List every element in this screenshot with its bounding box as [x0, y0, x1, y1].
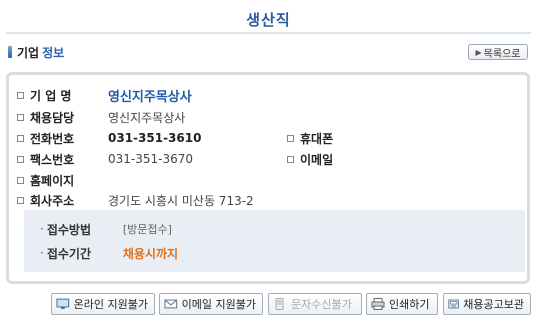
- square-bullet-icon: [17, 155, 24, 163]
- square-bullet-icon: [17, 176, 24, 184]
- square-bullet-icon: [287, 155, 294, 163]
- manager-label: 채용담당: [30, 110, 75, 125]
- info-row-company: 기 업 명 영신지주목상사: [17, 87, 192, 105]
- info-row-mobile: 휴대폰: [287, 130, 333, 146]
- info-row-phone: 전화번호 031-351-3610: [17, 130, 201, 146]
- company-name: 영신지주목상사: [108, 89, 192, 105]
- square-bullet-icon: [17, 196, 24, 204]
- apply-method-row: · 접수방법 [방문접수]: [40, 221, 172, 237]
- sms-receive-label: 문자수신불가: [291, 298, 352, 311]
- online-apply-button[interactable]: 온라인 지원불가: [51, 293, 155, 315]
- middle-dot-icon: ·: [40, 246, 44, 260]
- phone-message-icon: [275, 298, 284, 310]
- print-button[interactable]: 인쇄하기: [366, 293, 438, 315]
- online-apply-label: 온라인 지원불가: [73, 298, 148, 311]
- info-row-homepage: 홈페이지: [17, 172, 108, 188]
- printer-icon: [371, 298, 385, 310]
- info-row-fax: 팩스번호 031-351-3670: [17, 151, 193, 167]
- phone-value: 031-351-3610: [108, 131, 202, 145]
- homepage-label: 홈페이지: [30, 173, 75, 188]
- title-divider: [6, 32, 531, 34]
- monitor-icon: [56, 298, 70, 309]
- address-value: 경기도 시흥시 미산동 713-2: [108, 193, 254, 208]
- phone-label: 전화번호: [30, 131, 75, 146]
- fax-value: 031-351-3670: [108, 152, 194, 166]
- sms-receive-button[interactable]: 문자수신불가: [268, 293, 362, 315]
- email-label: 이메일: [300, 152, 334, 167]
- company-label: 기 업 명: [30, 88, 72, 103]
- apply-deadline-row: · 접수기간 채용시까지: [40, 245, 178, 261]
- info-row-address: 회사주소 경기도 시흥시 미산동 713-2: [17, 192, 254, 208]
- page-title: 생산직: [246, 11, 291, 29]
- info-row-email: 이메일: [287, 151, 333, 167]
- apply-deadline-value: 채용시까지: [122, 246, 179, 261]
- apply-method-value: [방문접수]: [122, 223, 172, 236]
- print-label: 인쇄하기: [389, 298, 430, 311]
- square-bullet-icon: [287, 134, 294, 142]
- apply-deadline-label: 접수기간: [46, 246, 91, 261]
- envelope-icon: [164, 299, 178, 309]
- square-bullet-icon: [17, 113, 24, 121]
- info-row-manager: 채용담당 영신지주목상사: [17, 109, 185, 125]
- email-apply-button[interactable]: 이메일 지원불가: [159, 293, 263, 315]
- back-to-list-button[interactable]: ▶ 목록으로: [468, 44, 528, 60]
- mobile-label: 휴대폰: [300, 131, 334, 146]
- section-title-company: 기업: [17, 45, 40, 60]
- archive-icon: [448, 299, 459, 309]
- save-posting-button[interactable]: 채용공고보관: [443, 293, 531, 315]
- application-panel: · 접수방법 [방문접수] · 접수기간 채용시까지: [24, 210, 525, 272]
- section-title-info: 정보: [42, 45, 65, 60]
- fax-label: 팩스번호: [30, 152, 75, 167]
- manager-value: 영신지주목상사: [108, 110, 186, 125]
- square-bullet-icon: [17, 91, 24, 99]
- square-bullet-icon: [17, 134, 24, 142]
- apply-method-label: 접수방법: [46, 222, 91, 237]
- save-posting-label: 채용공고보관: [463, 298, 524, 311]
- middle-dot-icon: ·: [40, 222, 44, 236]
- section-header: 기업 정보: [8, 43, 64, 61]
- address-label: 회사주소: [30, 193, 75, 208]
- company-info-card: 기 업 명 영신지주목상사 채용담당 영신지주목상사 전화번호 031-351-…: [6, 72, 530, 284]
- triangle-right-icon: ▶: [475, 47, 482, 57]
- section-bar-icon: [8, 46, 12, 58]
- email-apply-label: 이메일 지원불가: [181, 298, 256, 311]
- back-to-list-label: 목록으로: [483, 48, 521, 60]
